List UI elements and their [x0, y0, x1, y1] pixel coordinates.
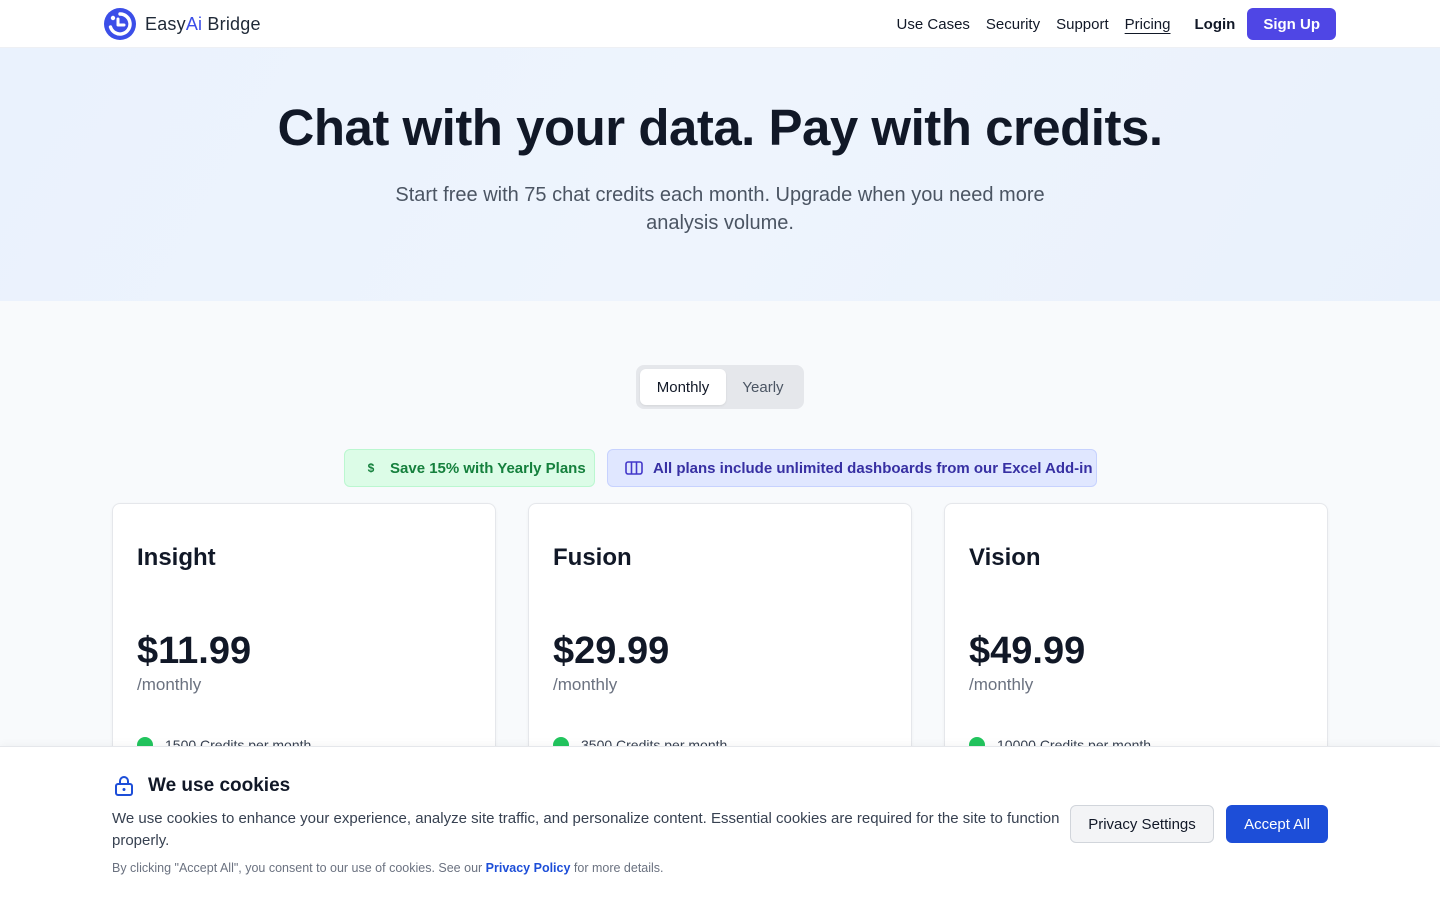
hero-title: Chat with your data. Pay with credits. — [277, 99, 1163, 156]
cookie-title-text: We use cookies — [148, 775, 291, 796]
site-header: EasyAi Bridge Use Cases Security Support… — [0, 0, 1440, 48]
plan-period: /monthly — [553, 675, 618, 694]
logo[interactable]: EasyAi Bridge — [104, 8, 261, 40]
plan-name: Fusion — [553, 544, 632, 571]
plan-period: /monthly — [137, 675, 202, 694]
cookie-description: We use cookies to enhance your experienc… — [112, 810, 1060, 849]
main-nav: Use Cases Security Support Pricing Login… — [897, 8, 1336, 40]
nav-support[interactable]: Support — [1056, 16, 1109, 33]
logo-text: EasyAi Bridge — [145, 13, 261, 34]
plan-price: $49.99 — [969, 630, 1086, 672]
plan-price: $11.99 — [137, 630, 252, 672]
save-badge-label: Save 15% with Yearly Plans — [390, 459, 586, 477]
plan-price: $29.99 — [553, 630, 670, 672]
hero-subtitle: Start free with 75 chat credits each mon… — [395, 184, 1045, 234]
columns-icon — [625, 460, 643, 476]
accept-all-button[interactable]: Accept All — [1226, 805, 1328, 843]
cookie-note-prefix: By clicking "Accept All", you consent to… — [112, 861, 486, 875]
privacy-policy-link[interactable]: Privacy Policy — [486, 861, 571, 875]
dashboards-badge: All plans include unlimited dashboards f… — [607, 449, 1097, 487]
nav-use-cases[interactable]: Use Cases — [897, 16, 970, 33]
plan-name: Insight — [137, 544, 216, 571]
cookie-note-suffix: for more details. — [570, 861, 664, 875]
logo-icon — [104, 8, 136, 40]
signup-button[interactable]: Sign Up — [1247, 8, 1336, 40]
toggle-yearly[interactable]: Yearly — [726, 369, 800, 405]
dollar-icon: $ — [367, 461, 375, 475]
cookie-title: We use cookies — [112, 774, 290, 798]
nav-pricing[interactable]: Pricing — [1125, 16, 1171, 33]
privacy-settings-button[interactable]: Privacy Settings — [1070, 805, 1214, 843]
login-link[interactable]: Login — [1195, 16, 1236, 33]
toggle-monthly[interactable]: Monthly — [640, 369, 726, 405]
cookie-banner: We use cookies We use cookies to enhance… — [0, 746, 1440, 900]
lock-icon — [112, 774, 136, 798]
cookie-consent-note: By clicking "Accept All", you consent to… — [112, 861, 664, 875]
plan-name: Vision — [969, 544, 1041, 571]
nav-security[interactable]: Security — [986, 16, 1040, 33]
billing-toggle: Monthly Yearly — [636, 365, 804, 409]
save-badge: $ Save 15% with Yearly Plans — [344, 449, 595, 487]
hero-section: Chat with your data. Pay with credits. S… — [0, 48, 1440, 301]
dashboards-badge-label: All plans include unlimited dashboards f… — [653, 459, 1093, 477]
plan-period: /monthly — [969, 675, 1034, 694]
